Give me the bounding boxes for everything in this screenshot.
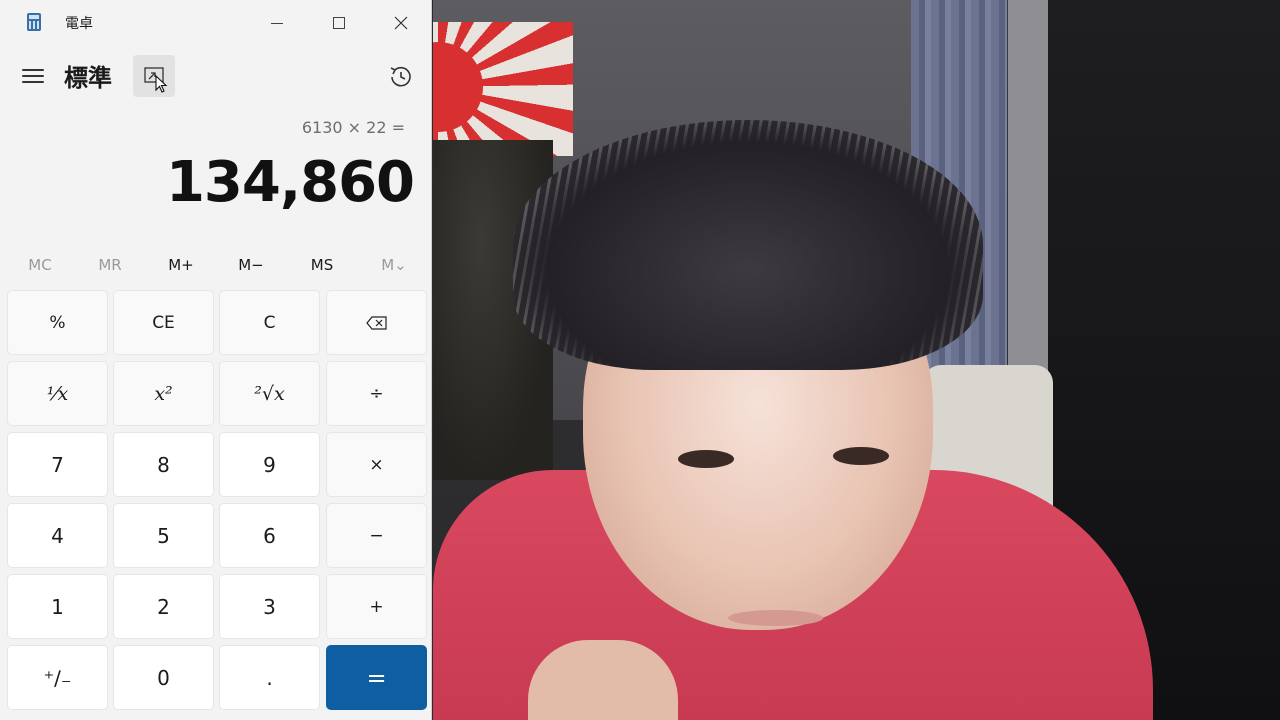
calculator-icon xyxy=(27,13,41,31)
clear-entry-button[interactable]: CE xyxy=(113,290,214,355)
backspace-icon xyxy=(365,315,387,330)
result-display: 134,860 xyxy=(165,150,415,215)
add-button[interactable]: + xyxy=(326,574,427,639)
reciprocal-label: ⅟x xyxy=(46,382,69,405)
person-right-eye xyxy=(833,447,889,465)
person-left-eye xyxy=(678,450,734,468)
window-title: 電卓 xyxy=(65,16,93,32)
decimal-button[interactable]: . xyxy=(219,645,320,710)
square-root-label: ²√x xyxy=(254,382,285,405)
calculator-window: 電卓 標準 6130 × 22 = 134,860 MC MR M+ M− MS… xyxy=(0,0,432,720)
memory-list-button[interactable]: M⌄ xyxy=(358,248,430,282)
memory-subtract-button[interactable]: M− xyxy=(215,248,287,282)
negate-button[interactable]: ⁺∕₋ xyxy=(7,645,108,710)
memory-row: MC MR M+ M− MS M⌄ xyxy=(0,248,431,282)
digit-4-button[interactable]: 4 xyxy=(7,503,108,568)
minimize-button[interactable] xyxy=(246,0,308,46)
memory-add-button[interactable]: M+ xyxy=(145,248,217,282)
mode-title: 標準 xyxy=(64,64,112,92)
keep-on-top-button[interactable] xyxy=(133,55,175,97)
divide-button[interactable]: ÷ xyxy=(326,361,427,426)
multiply-button[interactable]: × xyxy=(326,432,427,497)
square-button[interactable]: x² xyxy=(113,361,214,426)
person-hair xyxy=(513,120,983,370)
digit-5-button[interactable]: 5 xyxy=(113,503,214,568)
digit-1-button[interactable]: 1 xyxy=(7,574,108,639)
digit-0-button[interactable]: 0 xyxy=(113,645,214,710)
equals-button[interactable]: = xyxy=(326,645,427,710)
minimize-icon xyxy=(271,22,283,24)
memory-store-button[interactable]: MS xyxy=(286,248,358,282)
backspace-button[interactable] xyxy=(326,290,427,355)
close-icon xyxy=(394,16,408,30)
keep-on-top-icon xyxy=(144,67,168,93)
memory-recall-button[interactable]: MR xyxy=(74,248,146,282)
square-label: x² xyxy=(154,382,173,405)
expression-display: 6130 × 22 = xyxy=(301,118,405,137)
memory-clear-button[interactable]: MC xyxy=(4,248,76,282)
webcam-feed xyxy=(433,0,1280,720)
maximize-icon xyxy=(333,17,345,29)
reciprocal-button[interactable]: ⅟x xyxy=(7,361,108,426)
digit-8-button[interactable]: 8 xyxy=(113,432,214,497)
subtract-button[interactable]: − xyxy=(326,503,427,568)
history-icon[interactable] xyxy=(386,62,416,92)
digit-3-button[interactable]: 3 xyxy=(219,574,320,639)
maximize-button[interactable] xyxy=(308,0,370,46)
digit-2-button[interactable]: 2 xyxy=(113,574,214,639)
digit-7-button[interactable]: 7 xyxy=(7,432,108,497)
percent-button[interactable]: % xyxy=(7,290,108,355)
clear-button[interactable]: C xyxy=(219,290,320,355)
title-bar: 電卓 xyxy=(0,0,431,46)
digit-6-button[interactable]: 6 xyxy=(219,503,320,568)
hamburger-menu-icon[interactable] xyxy=(22,66,44,86)
square-root-button[interactable]: ²√x xyxy=(219,361,320,426)
close-button[interactable] xyxy=(370,0,431,46)
digit-9-button[interactable]: 9 xyxy=(219,432,320,497)
flag-poster xyxy=(433,22,573,156)
person-mouth xyxy=(728,610,823,626)
